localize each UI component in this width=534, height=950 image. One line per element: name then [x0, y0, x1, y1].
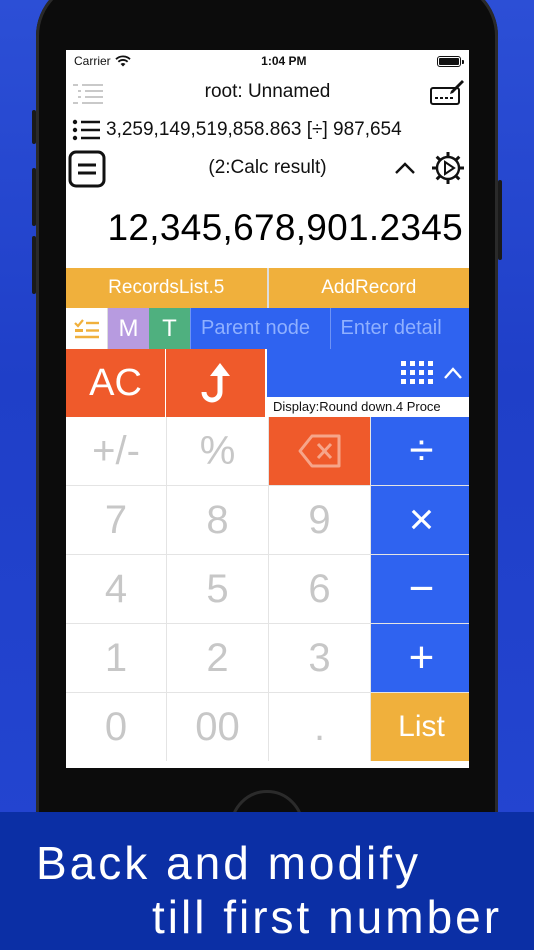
page-title: root: Unnamed — [204, 81, 331, 102]
carrier-label: Carrier — [74, 54, 111, 68]
display-value: 12,345,678,901.2345 — [107, 207, 463, 248]
key-5[interactable]: 5 — [167, 555, 268, 623]
volume-up-button — [32, 168, 36, 226]
key-minus[interactable]: − — [371, 555, 469, 623]
expression-row: 3,259,149,519,858.863 [÷] 987,654 — [66, 112, 469, 148]
key-divide[interactable]: ÷ — [371, 417, 469, 485]
detail-input[interactable] — [329, 308, 469, 349]
key-percent[interactable]: % — [167, 417, 268, 485]
key-decimal[interactable]: . — [269, 693, 370, 761]
expression-text: 3,259,149,519,858.863 [÷] 987,654 — [106, 119, 402, 140]
undo-button[interactable] — [166, 349, 266, 417]
key-00[interactable]: 00 — [167, 693, 268, 761]
keypad: +/-% ÷ 7 8 9 × 4 5 6− 1 2 3 +0 00. List — [66, 417, 469, 761]
display-settings-text: Display:Round down.4 Proce — [267, 397, 469, 417]
caption-line-2: till first number — [152, 891, 503, 943]
all-clear-button[interactable]: AC — [66, 349, 166, 417]
status-time: 1:04 PM — [261, 54, 307, 68]
undo-arrow-icon — [201, 363, 230, 403]
gear-icon[interactable] — [431, 151, 465, 185]
key-8[interactable]: 8 — [167, 486, 268, 554]
key-6[interactable]: 6 — [269, 555, 370, 623]
key-plus[interactable]: + — [371, 624, 469, 692]
battery-icon — [437, 55, 464, 67]
tag-button[interactable]: T — [149, 308, 190, 349]
ops-row: AC Display:Round down.4 Proce — [66, 349, 469, 417]
keypad-toggle[interactable] — [267, 349, 469, 397]
chevron-up-icon[interactable] — [392, 156, 418, 180]
caption-line-1: Back and modify — [36, 837, 422, 889]
app-screen: Carrier 1:04 PM root: Unnamed 3,259,149,… — [66, 50, 469, 768]
keypad-grid-icon — [401, 361, 433, 384]
key-backspace[interactable] — [269, 417, 370, 485]
keypad-panel: Display:Round down.4 Proce — [266, 349, 469, 417]
checklist-button[interactable] — [66, 308, 108, 349]
key-4[interactable]: 4 — [66, 555, 166, 623]
key-2[interactable]: 2 — [167, 624, 268, 692]
key-multiply[interactable]: × — [371, 486, 469, 554]
key-1[interactable]: 1 — [66, 624, 166, 692]
key-3[interactable]: 3 — [269, 624, 370, 692]
key-plus-minus[interactable]: +/- — [66, 417, 166, 485]
key-9[interactable]: 9 — [269, 486, 370, 554]
power-button — [498, 180, 502, 260]
calc-result-row: (2:Calc result) — [66, 148, 469, 188]
memo-icon[interactable] — [68, 150, 106, 188]
mute-switch — [32, 110, 36, 144]
backspace-icon — [298, 434, 340, 468]
keyboard-edit-icon[interactable] — [429, 78, 465, 106]
key-0[interactable]: 0 — [66, 693, 166, 761]
checklist-icon — [73, 318, 99, 338]
volume-down-button — [32, 236, 36, 294]
chevron-up-icon — [444, 367, 462, 379]
list-icon[interactable] — [72, 119, 100, 141]
add-record-button[interactable]: AddRecord — [268, 268, 469, 308]
outline-list-icon[interactable] — [72, 82, 104, 104]
key-list[interactable]: List — [371, 693, 469, 761]
records-list-button[interactable]: RecordsList.5 — [66, 268, 267, 308]
memory-button[interactable]: M — [108, 308, 149, 349]
main-display: 12,345,678,901.2345 — [66, 188, 469, 268]
parent-node-input[interactable] — [190, 308, 330, 349]
title-bar: root: Unnamed — [66, 72, 469, 112]
status-bar: Carrier 1:04 PM — [66, 50, 469, 72]
records-row: RecordsList.5 AddRecord — [66, 268, 469, 308]
calc-result-label: (2:Calc result) — [208, 157, 327, 178]
caption-banner: Back and modify till first number — [0, 812, 534, 950]
wifi-icon — [115, 55, 131, 67]
tag-row: M T — [66, 308, 469, 349]
key-7[interactable]: 7 — [66, 486, 166, 554]
